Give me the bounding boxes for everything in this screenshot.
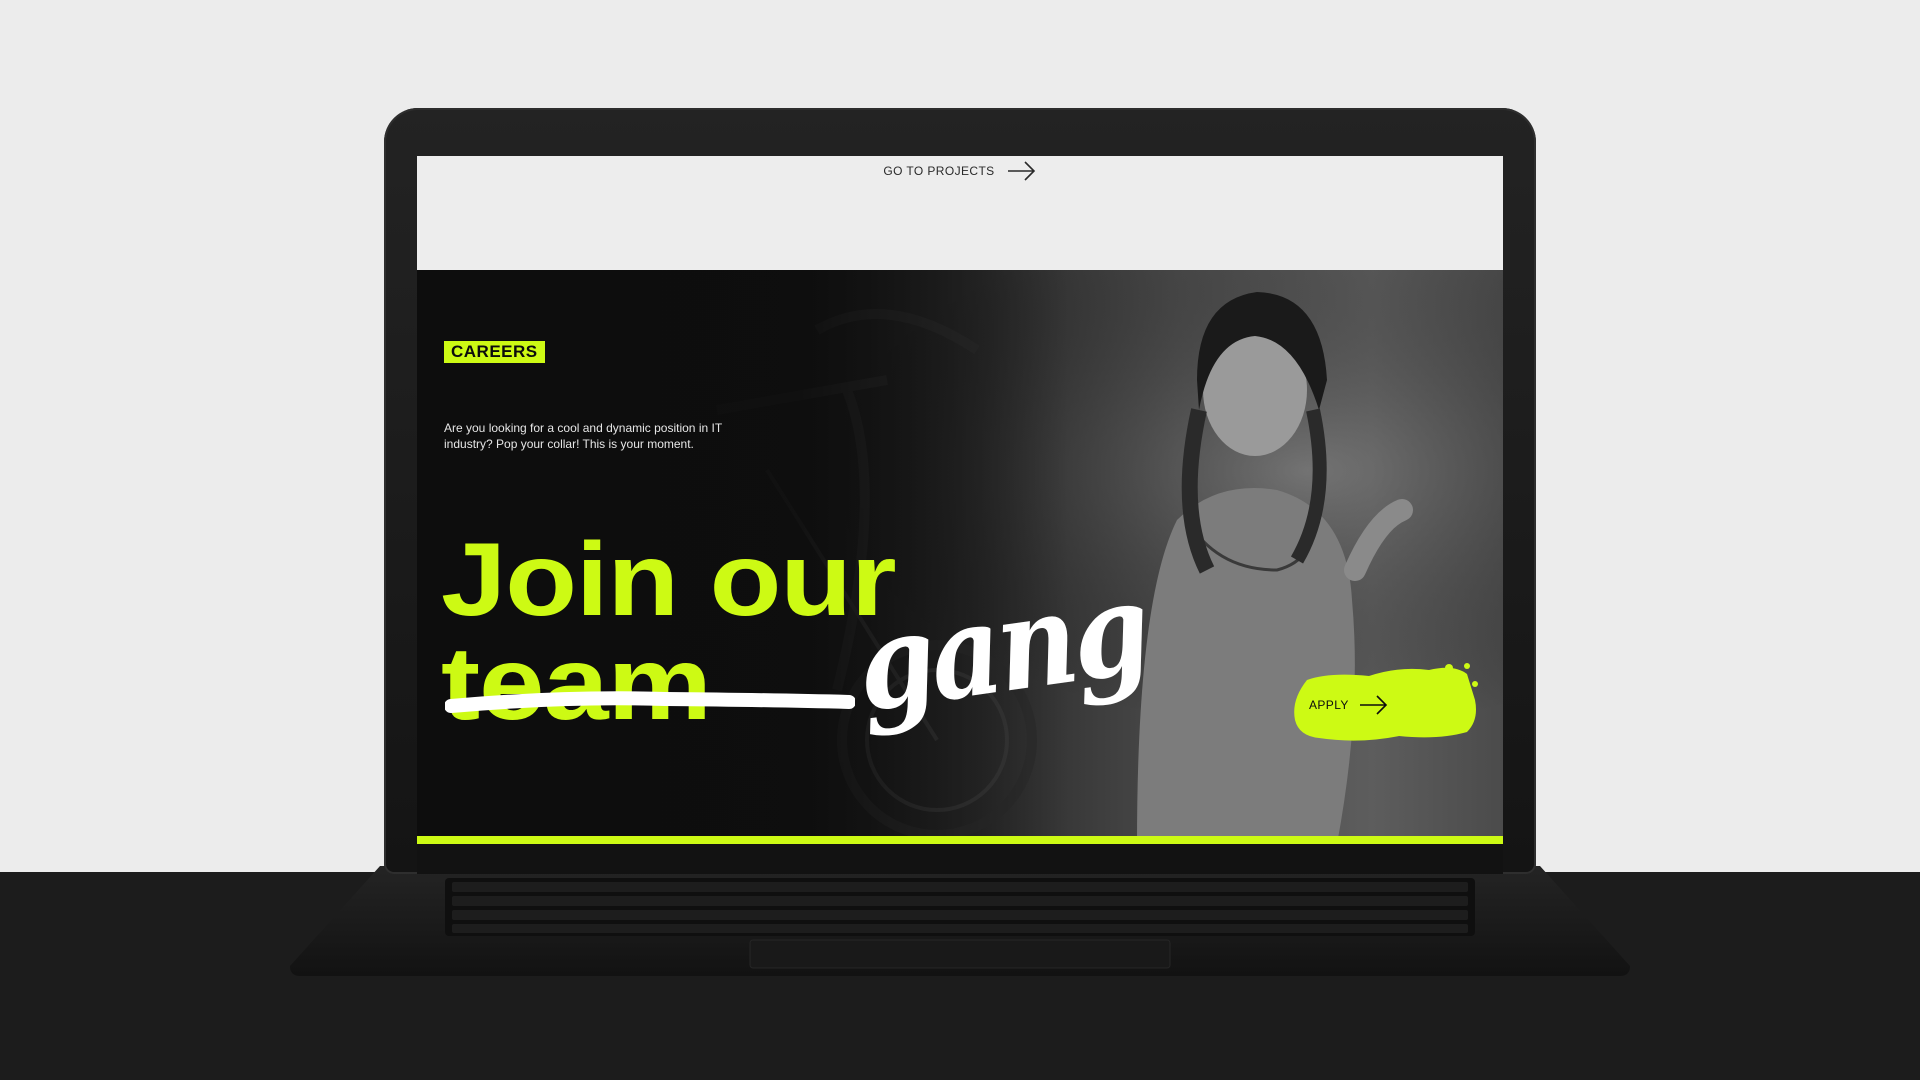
- careers-badge: CAREERS: [444, 341, 545, 363]
- laptop-lid: GO TO PROJECTS CAREERS Are you looking f…: [384, 108, 1536, 874]
- laptop-screen: GO TO PROJECTS CAREERS Are you looking f…: [417, 156, 1503, 844]
- laptop-base: [290, 866, 1630, 976]
- hero-section: CAREERS Are you looking for a cool and d…: [417, 270, 1503, 844]
- apply-label: APPLY: [1309, 698, 1349, 712]
- strikethrough-brush: [445, 691, 855, 713]
- top-bar: GO TO PROJECTS: [417, 156, 1503, 270]
- arrow-right-icon: [1359, 695, 1387, 715]
- intro-text: Are you looking for a cool and dynamic p…: [444, 421, 722, 451]
- screen-bezel-bottom: [417, 844, 1503, 874]
- headline-line-1: Join our: [441, 522, 897, 638]
- go-to-projects-link[interactable]: GO TO PROJECTS: [883, 160, 1036, 182]
- apply-button[interactable]: APPLY: [1289, 660, 1479, 750]
- go-to-projects-label: GO TO PROJECTS: [883, 164, 995, 178]
- arrow-right-icon: [1007, 161, 1035, 181]
- scene: GO TO PROJECTS CAREERS Are you looking f…: [0, 0, 1920, 1080]
- headline-replacement-word: gang: [847, 553, 1155, 741]
- apply-content: APPLY: [1309, 694, 1389, 716]
- accent-bottom-line: [417, 836, 1503, 844]
